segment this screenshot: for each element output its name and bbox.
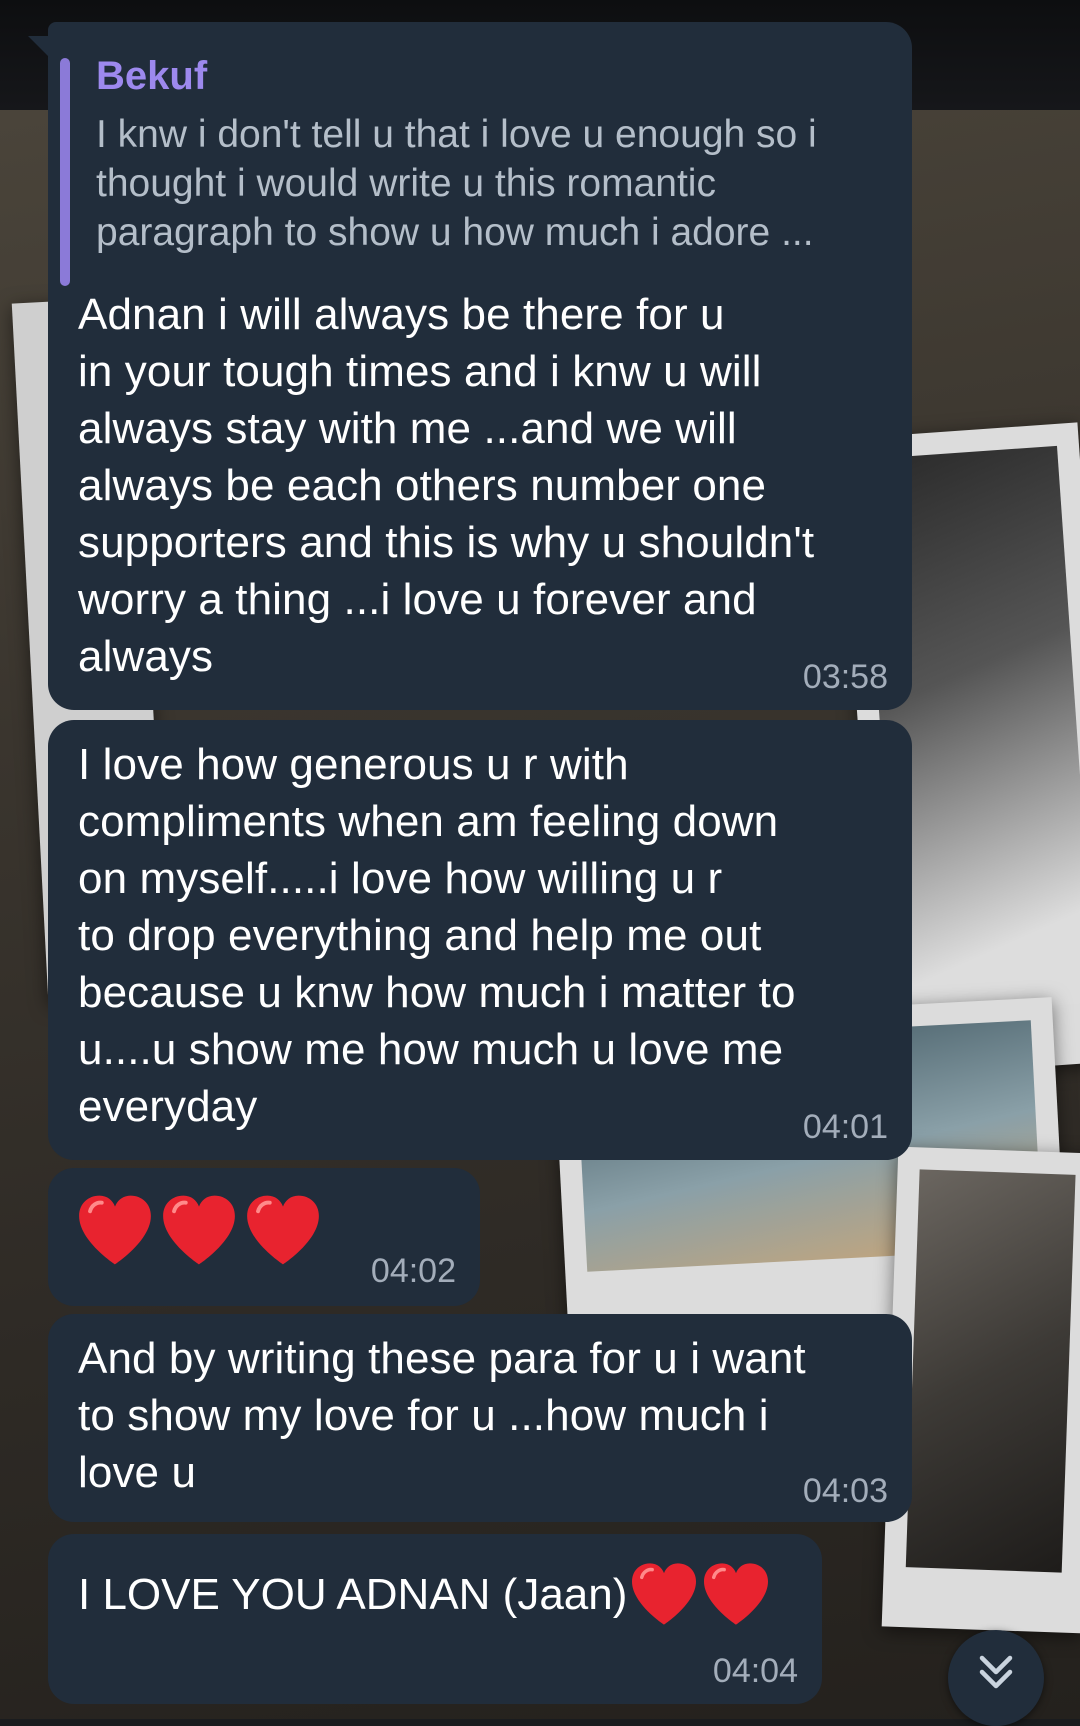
message-list[interactable]: Bekuf I knw i don't tell u that i love u… (0, 0, 1080, 1726)
message-text: Adnan i will always be there for u in yo… (78, 290, 815, 681)
reply-preview[interactable]: Bekuf I knw i don't tell u that i love u… (60, 36, 890, 288)
red-heart-icon (704, 1563, 769, 1625)
message-bubble[interactable]: I love how generous u r with compliments… (48, 720, 912, 1160)
message-time: 04:04 (712, 1652, 798, 1690)
message-text: I LOVE YOU ADNAN (Jaan) (78, 1569, 628, 1619)
message-time: 04:02 (370, 1252, 456, 1290)
message-bubble[interactable]: 04:02 (48, 1168, 480, 1306)
message-time: 04:01 (802, 1108, 888, 1146)
red-heart-icon (163, 1195, 235, 1265)
reply-sender-name: Bekuf (96, 54, 208, 98)
message-time: 03:58 (802, 658, 888, 696)
scroll-to-bottom-button[interactable] (948, 1630, 1044, 1726)
message-text: I love how generous u r with compliments… (78, 740, 796, 1131)
reply-quote-text: I knw i don't tell u that i love u enoug… (96, 113, 817, 254)
red-heart-icon (632, 1563, 697, 1625)
red-heart-icon (79, 1195, 151, 1265)
message-bubble[interactable]: Bekuf I knw i don't tell u that i love u… (28, 22, 912, 710)
message-bubble[interactable]: And by writing these para for u i want t… (48, 1314, 912, 1522)
message-time: 04:03 (802, 1472, 888, 1510)
bubble-tail (28, 36, 50, 58)
emoji-row (76, 1194, 322, 1266)
red-heart-icon (247, 1195, 319, 1265)
message-bubble[interactable]: I LOVE YOU ADNAN (Jaan) 04:04 (48, 1534, 822, 1704)
reply-accent-bar (60, 58, 70, 286)
message-text: And by writing these para for u i want t… (78, 1334, 806, 1497)
double-chevron-down-icon (979, 1655, 1013, 1689)
